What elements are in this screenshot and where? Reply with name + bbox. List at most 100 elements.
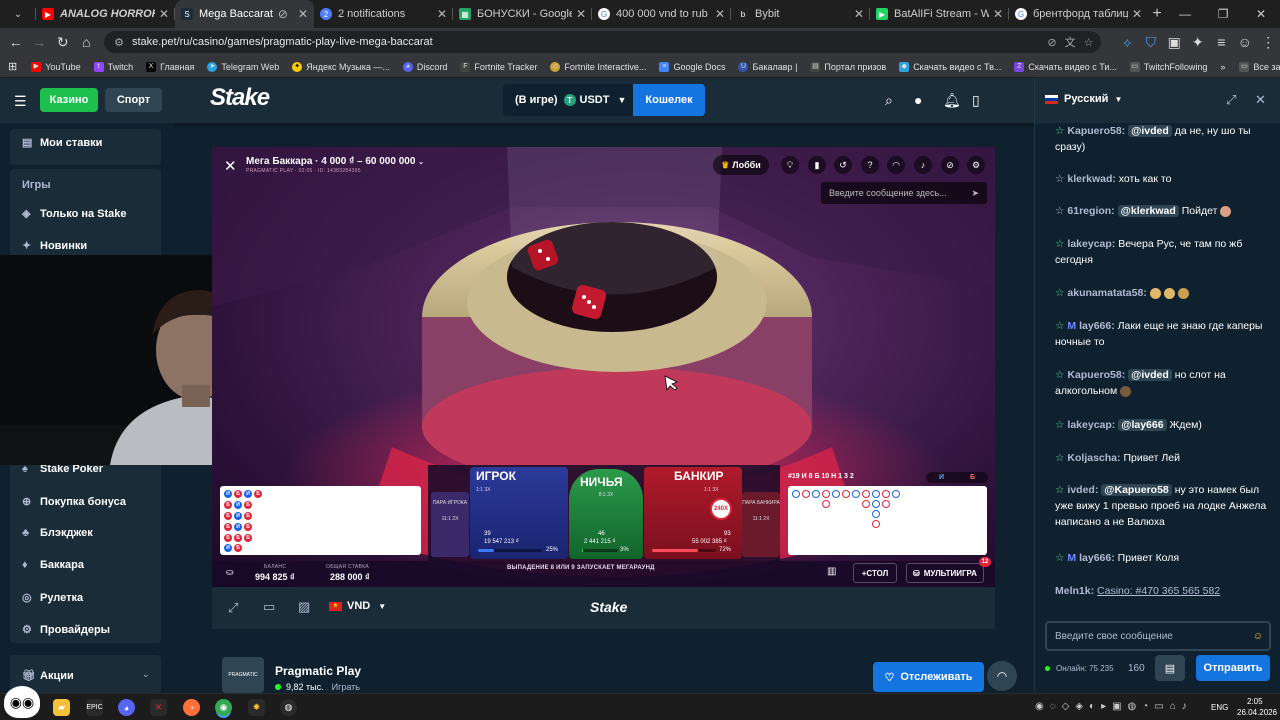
chips-icon[interactable]: ⛀ [226, 567, 234, 578]
bookmark-twitch[interactable]: t Twitch [93, 61, 133, 72]
send-icon[interactable]: ➤ [971, 188, 979, 199]
browser-tab[interactable]: 2 2 notifications ✕ [314, 0, 453, 28]
chat-mention[interactable]: @ivded [1128, 369, 1172, 381]
bookmark-fortnite-tracker[interactable]: F Fortnite Tracker [460, 61, 537, 72]
bookmark-fortnite-interactive[interactable]: ☺ Fortnite Interactive... [550, 61, 646, 72]
mute-icon[interactable]: ⊘ [278, 7, 288, 21]
multi-game-button[interactable]: ⛁ МУЛЬТИИГРА [906, 563, 984, 583]
headset-icon[interactable]: ◠ [887, 156, 905, 174]
chat-username[interactable]: lay666: [1079, 320, 1115, 332]
sidebar-item-blackjack[interactable]: ♣ Блэкджек [22, 527, 93, 539]
search-icon[interactable]: ⌕ [885, 92, 893, 109]
follow-button[interactable]: ♡ Отслеживать [873, 662, 984, 692]
browser-tab[interactable]: b Bybit ✕ [731, 0, 870, 28]
history-icon[interactable]: ↺ [834, 156, 852, 174]
close-tab-icon[interactable]: ✕ [298, 7, 308, 21]
notification-bell-icon[interactable]: 🔔︎ [943, 92, 961, 109]
send-message-button[interactable]: Отправить [1196, 655, 1270, 681]
casino-button[interactable]: Казино [40, 88, 98, 112]
bookmark-x[interactable]: X Главная [146, 61, 194, 72]
close-tab-icon[interactable]: ✕ [715, 7, 725, 21]
wallet-button[interactable]: Кошелек [633, 84, 705, 116]
discord-taskbar-icon[interactable]: ◕ [118, 699, 135, 716]
bookmark-youtube[interactable]: ▶ YouTube [31, 61, 81, 72]
chat-username[interactable]: lay666: [1079, 552, 1115, 564]
sidebar-item-stake-only[interactable]: ◈ Только на Stake [22, 207, 127, 221]
shield-icon[interactable]: ⛉ [1139, 34, 1163, 51]
prediction-icons[interactable]: ИБ [926, 472, 988, 483]
sport-button[interactable]: Спорт [105, 88, 162, 112]
extension-icon[interactable]: ⟡ [1115, 34, 1139, 51]
chat-username[interactable]: Koljascha: [1067, 452, 1120, 464]
sidebar-item-my-bets[interactable]: ▤ Мои ставки [22, 136, 102, 150]
close-tab-icon[interactable]: ✕ [437, 7, 447, 21]
provider-name[interactable]: Pragmatic Play [275, 664, 361, 678]
sidebar-item-roulette[interactable]: ◎ Рулетка [22, 591, 83, 605]
settings-gear-icon[interactable]: ⚙ [967, 156, 985, 174]
tab-list-icon[interactable]: ⌄ [14, 9, 22, 20]
firefox-icon[interactable]: ◔ [183, 699, 200, 716]
chat-username[interactable]: klerkwad: [1067, 173, 1115, 185]
app-sun-icon[interactable]: ✸ [248, 699, 265, 716]
obs-icon[interactable]: ◍ [280, 699, 297, 716]
add-table-button[interactable]: +СТОЛ [853, 563, 897, 583]
language-selector[interactable]: Русский ▼ [1045, 93, 1122, 105]
popout-icon[interactable]: ⤢ [1226, 92, 1236, 108]
sidebar-item-new[interactable]: ✦ Новинки [22, 239, 87, 253]
video-quality-icon[interactable]: ⊘ [941, 156, 959, 174]
browser-tab[interactable]: Gбрентфорд таблица - По ✕ [1009, 0, 1148, 28]
translate-icon[interactable]: 文 [1065, 34, 1076, 50]
close-tab-icon[interactable]: ✕ [1132, 7, 1142, 21]
chat-mention[interactable]: @Kapuero58 [1101, 484, 1172, 496]
chat-username[interactable]: Meln1k: [1055, 585, 1094, 597]
bookmark-download-tw[interactable]: ◆ Скачать видео с Тв... [899, 61, 1001, 72]
browser-tab[interactable]: ▶ ANALOG HORROR FUNK ✕ [36, 0, 175, 28]
chat-username[interactable]: 61region: [1067, 205, 1114, 217]
lobby-button[interactable]: ♛ Лобби [713, 155, 769, 175]
chat-bubble-icon[interactable]: ▮ [808, 156, 826, 174]
screenshot-icon[interactable]: ▣ [1162, 34, 1186, 51]
close-game-icon[interactable]: ✕ [224, 157, 237, 175]
extensions-icon[interactable]: ✦ [1186, 34, 1210, 51]
chrome-icon[interactable]: ◉ [215, 699, 232, 716]
clock-time[interactable]: 2:05 [1247, 697, 1263, 706]
stats-chart-icon[interactable]: ▨ [298, 599, 310, 615]
volume-icon[interactable]: ♪ [914, 156, 932, 174]
browser-tab-active[interactable]: S Mega Baccarat Live C ⊘ ✕ [175, 0, 314, 28]
reload-icon[interactable]: ↻ [51, 34, 75, 51]
menu-icon[interactable]: ⋮ [1257, 34, 1280, 51]
bookmark-google-docs[interactable]: ≡ Google Docs [659, 61, 725, 72]
site-info-icon[interactable]: ⚙ [114, 36, 124, 49]
chat-username[interactable]: ivded: [1067, 484, 1098, 496]
game-chat-input[interactable]: Введите сообщение здесь... ➤ [821, 182, 987, 204]
chat-rules-button[interactable]: ▤ [1155, 655, 1185, 681]
eye-off-icon[interactable]: ⊘ [1047, 36, 1056, 49]
profile-icon[interactable]: ☺ [1233, 34, 1257, 50]
bookmark-discord[interactable]: ◕ Discord [402, 61, 447, 72]
emoji-picker-icon[interactable]: ☺ [1253, 631, 1263, 642]
all-bookmarks[interactable]: ▭Все закладки [1239, 61, 1280, 72]
chat-casino-link[interactable]: Casino: #470 365 565 582 [1097, 585, 1220, 597]
bookmark-star-icon[interactable]: ☆ [1084, 36, 1094, 49]
minimize-button[interactable]: — [1166, 7, 1204, 21]
browser-tab[interactable]: ▶ BatAlIFi Stream - Watch L ✕ [870, 0, 1009, 28]
close-tab-icon[interactable]: ✕ [159, 7, 169, 21]
input-language[interactable]: ENG [1211, 703, 1228, 712]
chat-username[interactable]: lakeycap: [1067, 238, 1115, 250]
help-icon[interactable]: ? [861, 156, 879, 174]
chat-input[interactable]: Введите свое сообщение ☺ [1045, 621, 1271, 651]
browser-tab[interactable]: G 400 000 vnd to rub - Пои ✕ [592, 0, 731, 28]
stake-logo[interactable]: Stake [210, 84, 270, 112]
chat-mention[interactable]: @klerkwad [1117, 205, 1179, 217]
file-explorer-icon[interactable]: ▰ [53, 699, 70, 716]
browser-tab[interactable]: ▦ БОНУСКИ - Google Табл ✕ [453, 0, 592, 28]
chat-username[interactable]: lakeycap: [1067, 419, 1115, 431]
chat-mention[interactable]: @lay666 [1118, 419, 1167, 431]
sidebar-item-bonus-buy[interactable]: ⊕ Покупка бонуса [22, 495, 126, 509]
bookmark-twitch-following[interactable]: ▭ TwitchFollowing [1129, 61, 1207, 72]
sidebar-item-baccarat[interactable]: ♦ Баккара [22, 559, 84, 571]
close-tab-icon[interactable]: ✕ [576, 7, 586, 21]
game-title[interactable]: Мега Баккара · 4 000 ₫ – 60 000 000 ⌄ [246, 156, 424, 167]
app-x-icon[interactable]: ✕ [150, 699, 167, 716]
browser-tab[interactable]: ⌄ [0, 0, 36, 28]
